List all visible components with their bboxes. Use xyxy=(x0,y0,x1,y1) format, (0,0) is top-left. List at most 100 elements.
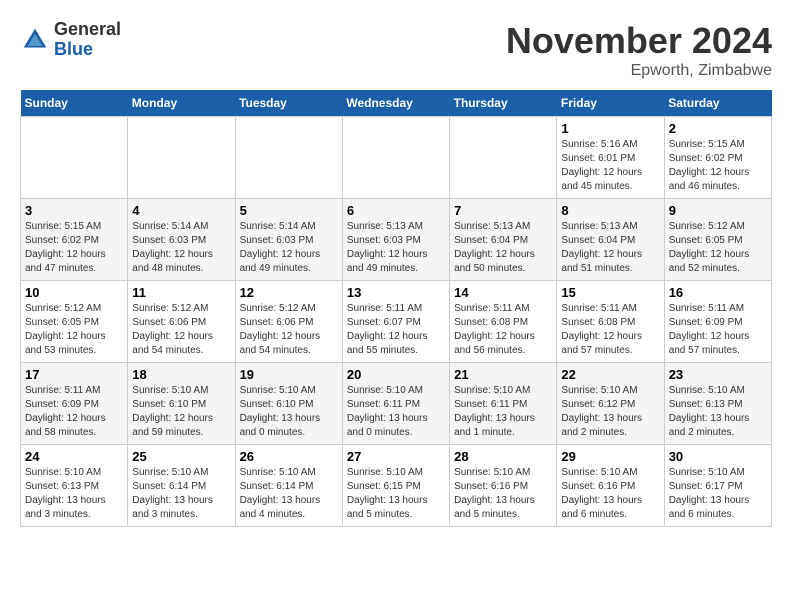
day-number: 11 xyxy=(132,285,230,300)
day-info: Sunrise: 5:10 AM Sunset: 6:11 PM Dayligh… xyxy=(347,384,445,440)
day-number: 30 xyxy=(669,449,767,464)
day-number: 22 xyxy=(561,367,659,382)
day-info: Sunrise: 5:10 AM Sunset: 6:16 PM Dayligh… xyxy=(454,466,552,522)
day-info: Sunrise: 5:12 AM Sunset: 6:06 PM Dayligh… xyxy=(132,302,230,358)
day-number: 26 xyxy=(240,449,338,464)
calendar-cell: 17 Sunrise: 5:11 AM Sunset: 6:09 PM Dayli… xyxy=(21,363,128,445)
calendar-cell: 29Sunrise: 5:10 AM Sunset: 6:16 PM Dayli… xyxy=(557,445,664,527)
day-info: Sunrise: 5:15 AM Sunset: 6:02 PM Dayligh… xyxy=(25,220,123,276)
day-info: Sunrise: 5:11 AM Sunset: 6:09 PM Dayligh… xyxy=(25,384,123,440)
calendar-cell: 5 Sunrise: 5:14 AM Sunset: 6:03 PM Daylig… xyxy=(235,199,342,281)
calendar-cell xyxy=(450,117,557,199)
day-info: Sunrise: 5:11 AM Sunset: 6:08 PM Dayligh… xyxy=(454,302,552,358)
day-number: 27 xyxy=(347,449,445,464)
day-info: Sunrise: 5:13 AM Sunset: 6:04 PM Dayligh… xyxy=(454,220,552,276)
day-number: 3 xyxy=(25,203,123,218)
day-number: 24 xyxy=(25,449,123,464)
weekday-header-sunday: Sunday xyxy=(21,90,128,117)
week-row-2: 3 Sunrise: 5:15 AM Sunset: 6:02 PM Daylig… xyxy=(21,199,772,281)
calendar-cell: 12Sunrise: 5:12 AM Sunset: 6:06 PM Dayli… xyxy=(235,281,342,363)
day-number: 25 xyxy=(132,449,230,464)
day-info: Sunrise: 5:12 AM Sunset: 6:06 PM Dayligh… xyxy=(240,302,338,358)
calendar-cell: 21 Sunrise: 5:10 AM Sunset: 6:11 PM Dayli… xyxy=(450,363,557,445)
calendar-table: SundayMondayTuesdayWednesdayThursdayFrid… xyxy=(20,90,772,527)
calendar-cell: 26 Sunrise: 5:10 AM Sunset: 6:14 PM Dayli… xyxy=(235,445,342,527)
day-number: 7 xyxy=(454,203,552,218)
day-info: Sunrise: 5:11 AM Sunset: 6:07 PM Dayligh… xyxy=(347,302,445,358)
day-number: 17 xyxy=(25,367,123,382)
weekday-header-saturday: Saturday xyxy=(664,90,771,117)
day-info: Sunrise: 5:10 AM Sunset: 6:16 PM Dayligh… xyxy=(561,466,659,522)
day-number: 18 xyxy=(132,367,230,382)
month-title: November 2024 xyxy=(506,20,772,62)
calendar-cell: 24 Sunrise: 5:10 AM Sunset: 6:13 PM Dayli… xyxy=(21,445,128,527)
location-text: Epworth, Zimbabwe xyxy=(506,62,772,80)
calendar-cell: 20Sunrise: 5:10 AM Sunset: 6:11 PM Dayli… xyxy=(342,363,449,445)
calendar-cell: 14 Sunrise: 5:11 AM Sunset: 6:08 PM Dayli… xyxy=(450,281,557,363)
logo-icon xyxy=(20,25,50,55)
day-number: 10 xyxy=(25,285,123,300)
calendar-cell: 25 Sunrise: 5:10 AM Sunset: 6:14 PM Dayli… xyxy=(128,445,235,527)
week-row-5: 24 Sunrise: 5:10 AM Sunset: 6:13 PM Dayli… xyxy=(21,445,772,527)
week-row-1: 1Sunrise: 5:16 AM Sunset: 6:01 PM Daylig… xyxy=(21,117,772,199)
calendar-cell xyxy=(235,117,342,199)
calendar-cell: 11 Sunrise: 5:12 AM Sunset: 6:06 PM Dayli… xyxy=(128,281,235,363)
day-info: Sunrise: 5:14 AM Sunset: 6:03 PM Dayligh… xyxy=(240,220,338,276)
day-info: Sunrise: 5:10 AM Sunset: 6:14 PM Dayligh… xyxy=(240,466,338,522)
day-info: Sunrise: 5:15 AM Sunset: 6:02 PM Dayligh… xyxy=(669,138,767,194)
calendar-cell: 15 Sunrise: 5:11 AM Sunset: 6:08 PM Dayli… xyxy=(557,281,664,363)
weekday-header-tuesday: Tuesday xyxy=(235,90,342,117)
calendar-cell: 4 Sunrise: 5:14 AM Sunset: 6:03 PM Daylig… xyxy=(128,199,235,281)
day-number: 8 xyxy=(561,203,659,218)
day-info: Sunrise: 5:11 AM Sunset: 6:09 PM Dayligh… xyxy=(669,302,767,358)
day-info: Sunrise: 5:11 AM Sunset: 6:08 PM Dayligh… xyxy=(561,302,659,358)
weekday-header-thursday: Thursday xyxy=(450,90,557,117)
day-info: Sunrise: 5:10 AM Sunset: 6:12 PM Dayligh… xyxy=(561,384,659,440)
day-info: Sunrise: 5:12 AM Sunset: 6:05 PM Dayligh… xyxy=(669,220,767,276)
day-number: 6 xyxy=(347,203,445,218)
calendar-cell xyxy=(342,117,449,199)
day-number: 28 xyxy=(454,449,552,464)
calendar-cell xyxy=(21,117,128,199)
calendar-cell: 2Sunrise: 5:15 AM Sunset: 6:02 PM Daylig… xyxy=(664,117,771,199)
calendar-cell: 27 Sunrise: 5:10 AM Sunset: 6:15 PM Dayli… xyxy=(342,445,449,527)
calendar-cell: 7 Sunrise: 5:13 AM Sunset: 6:04 PM Daylig… xyxy=(450,199,557,281)
calendar-cell: 28 Sunrise: 5:10 AM Sunset: 6:16 PM Dayli… xyxy=(450,445,557,527)
calendar-cell: 19Sunrise: 5:10 AM Sunset: 6:10 PM Dayli… xyxy=(235,363,342,445)
weekday-header-monday: Monday xyxy=(128,90,235,117)
day-number: 23 xyxy=(669,367,767,382)
day-info: Sunrise: 5:10 AM Sunset: 6:13 PM Dayligh… xyxy=(669,384,767,440)
calendar-cell: 9 Sunrise: 5:12 AM Sunset: 6:05 PM Daylig… xyxy=(664,199,771,281)
day-number: 9 xyxy=(669,203,767,218)
day-number: 15 xyxy=(561,285,659,300)
logo-general-text: General xyxy=(54,19,121,39)
day-info: Sunrise: 5:10 AM Sunset: 6:14 PM Dayligh… xyxy=(132,466,230,522)
day-number: 1 xyxy=(561,121,659,136)
day-info: Sunrise: 5:14 AM Sunset: 6:03 PM Dayligh… xyxy=(132,220,230,276)
calendar-cell: 10 Sunrise: 5:12 AM Sunset: 6:05 PM Dayli… xyxy=(21,281,128,363)
logo: General Blue xyxy=(20,20,121,60)
day-number: 13 xyxy=(347,285,445,300)
weekday-header-row: SundayMondayTuesdayWednesdayThursdayFrid… xyxy=(21,90,772,117)
calendar-cell: 13 Sunrise: 5:11 AM Sunset: 6:07 PM Dayli… xyxy=(342,281,449,363)
calendar-cell xyxy=(128,117,235,199)
day-number: 14 xyxy=(454,285,552,300)
day-info: Sunrise: 5:13 AM Sunset: 6:03 PM Dayligh… xyxy=(347,220,445,276)
day-info: Sunrise: 5:13 AM Sunset: 6:04 PM Dayligh… xyxy=(561,220,659,276)
day-info: Sunrise: 5:10 AM Sunset: 6:10 PM Dayligh… xyxy=(132,384,230,440)
day-number: 4 xyxy=(132,203,230,218)
title-block: November 2024 Epworth, Zimbabwe xyxy=(506,20,772,80)
logo-text: General Blue xyxy=(54,20,121,60)
day-info: Sunrise: 5:10 AM Sunset: 6:11 PM Dayligh… xyxy=(454,384,552,440)
calendar-cell: 23 Sunrise: 5:10 AM Sunset: 6:13 PM Dayli… xyxy=(664,363,771,445)
day-info: Sunrise: 5:10 AM Sunset: 6:13 PM Dayligh… xyxy=(25,466,123,522)
day-info: Sunrise: 5:10 AM Sunset: 6:15 PM Dayligh… xyxy=(347,466,445,522)
calendar-cell: 30Sunrise: 5:10 AM Sunset: 6:17 PM Dayli… xyxy=(664,445,771,527)
day-info: Sunrise: 5:12 AM Sunset: 6:05 PM Dayligh… xyxy=(25,302,123,358)
calendar-cell: 3 Sunrise: 5:15 AM Sunset: 6:02 PM Daylig… xyxy=(21,199,128,281)
calendar-cell: 18 Sunrise: 5:10 AM Sunset: 6:10 PM Dayli… xyxy=(128,363,235,445)
day-number: 5 xyxy=(240,203,338,218)
day-number: 21 xyxy=(454,367,552,382)
weekday-header-friday: Friday xyxy=(557,90,664,117)
calendar-cell: 6 Sunrise: 5:13 AM Sunset: 6:03 PM Daylig… xyxy=(342,199,449,281)
